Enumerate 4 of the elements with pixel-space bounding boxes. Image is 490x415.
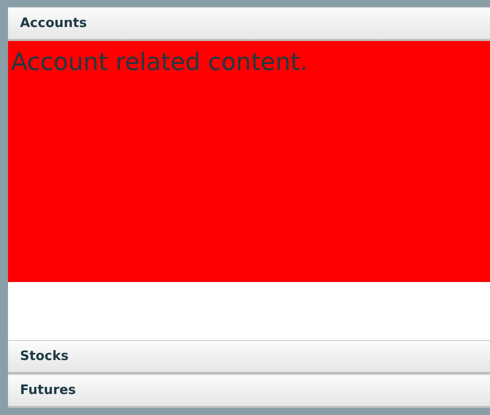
accordion-header[interactable]: Stocks — [8, 340, 490, 374]
accordion-header[interactable]: Futures — [8, 374, 490, 408]
accordion-header[interactable]: Accounts — [8, 7, 490, 41]
content-text: Account related content. — [11, 48, 308, 76]
